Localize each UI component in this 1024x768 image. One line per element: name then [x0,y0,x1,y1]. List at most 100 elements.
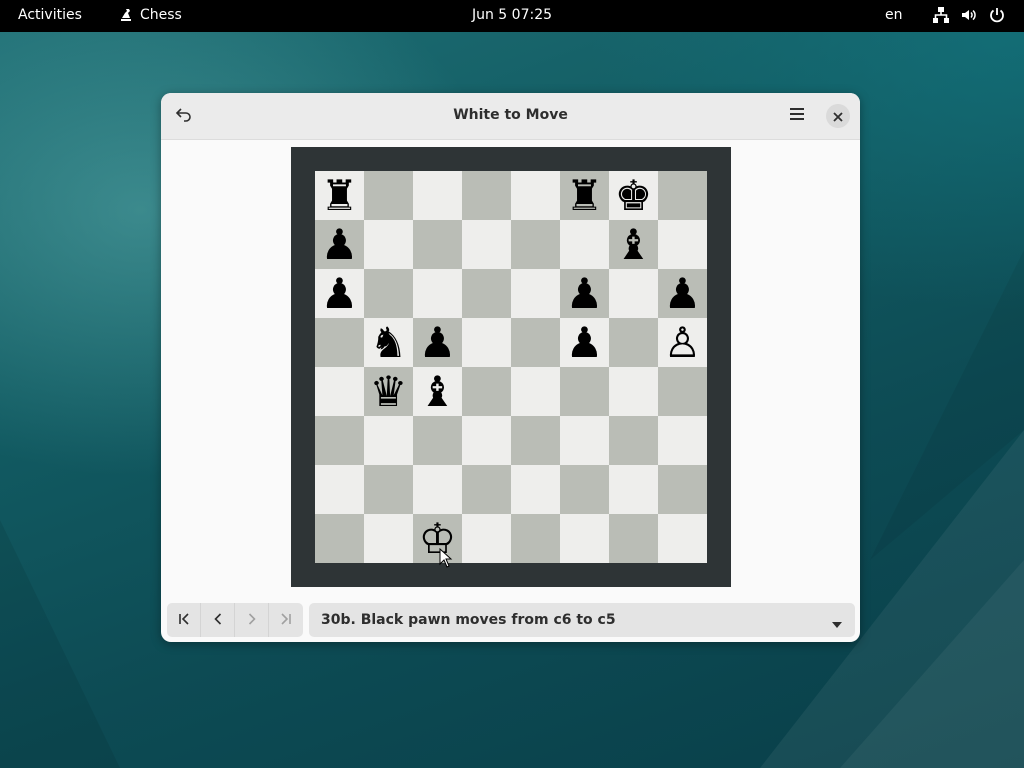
square-h1[interactable] [658,514,707,563]
square-f1[interactable] [560,514,609,563]
piece-b4[interactable]: ♛ [370,367,408,416]
piece-h6[interactable]: ♟ [664,269,702,318]
square-b7[interactable] [364,220,413,269]
go-first-button[interactable] [167,603,201,637]
clock[interactable]: Jun 5 07:25 [472,7,552,23]
history-navigation [167,603,303,637]
square-e3[interactable] [511,416,560,465]
system-tray[interactable] [932,6,1006,24]
history-selected-move: 30b. Black pawn moves from c6 to c5 [321,612,616,628]
square-g8[interactable]: ♚ [609,171,658,220]
square-e4[interactable] [511,367,560,416]
square-d6[interactable] [462,269,511,318]
app-menu-button[interactable]: Chess [118,7,182,23]
square-c4[interactable]: ♝ [413,367,462,416]
piece-f8[interactable]: ♜ [566,171,604,220]
square-b2[interactable] [364,465,413,514]
square-f4[interactable] [560,367,609,416]
square-f2[interactable] [560,465,609,514]
square-b4[interactable]: ♛ [364,367,413,416]
square-b1[interactable] [364,514,413,563]
piece-a6[interactable]: ♟ [321,269,359,318]
go-first-icon [177,611,191,630]
square-e1[interactable] [511,514,560,563]
move-history-dropdown[interactable]: 30b. Black pawn moves from c6 to c5 [309,603,855,637]
square-h6[interactable]: ♟ [658,269,707,318]
square-e7[interactable] [511,220,560,269]
square-d8[interactable] [462,171,511,220]
square-h7[interactable] [658,220,707,269]
square-d2[interactable] [462,465,511,514]
square-e2[interactable] [511,465,560,514]
main-menu-button[interactable] [782,101,812,131]
square-e5[interactable] [511,318,560,367]
square-c5[interactable]: ♟ [413,318,462,367]
square-c7[interactable] [413,220,462,269]
square-g2[interactable] [609,465,658,514]
volume-icon [960,6,978,24]
square-a1[interactable] [315,514,364,563]
square-c3[interactable] [413,416,462,465]
square-h5[interactable]: ♙ [658,318,707,367]
square-f7[interactable] [560,220,609,269]
square-g3[interactable] [609,416,658,465]
piece-a8[interactable]: ♜ [321,171,359,220]
square-d4[interactable] [462,367,511,416]
square-h4[interactable] [658,367,707,416]
square-b6[interactable] [364,269,413,318]
square-g7[interactable]: ♝ [609,220,658,269]
square-d5[interactable] [462,318,511,367]
square-a2[interactable] [315,465,364,514]
piece-g7[interactable]: ♝ [615,220,653,269]
square-c2[interactable] [413,465,462,514]
square-b5[interactable]: ♞ [364,318,413,367]
go-last-button[interactable] [269,603,303,637]
square-e6[interactable] [511,269,560,318]
piece-f5[interactable]: ♟ [566,318,604,367]
square-h2[interactable] [658,465,707,514]
power-icon [988,6,1006,24]
square-c8[interactable] [413,171,462,220]
square-c6[interactable] [413,269,462,318]
square-f8[interactable]: ♜ [560,171,609,220]
square-d3[interactable] [462,416,511,465]
square-g1[interactable] [609,514,658,563]
square-h8[interactable] [658,171,707,220]
piece-h5[interactable]: ♙ [664,318,702,367]
chess-board[interactable]: ♜ ♜ ♚ ♟ ♝ ♟ ♟ ♟ ♞ ♟ ♟ ♙ ♛ ♝ ♔ [315,171,707,563]
square-a3[interactable] [315,416,364,465]
network-icon [932,6,950,24]
square-c1[interactable]: ♔ [413,514,462,563]
square-b8[interactable] [364,171,413,220]
top-bar: Activities Chess Jun 5 07:25 en [0,0,1024,32]
square-b3[interactable] [364,416,413,465]
go-next-button[interactable] [235,603,269,637]
close-button[interactable] [823,101,853,131]
square-a5[interactable] [315,318,364,367]
piece-b5[interactable]: ♞ [370,318,408,367]
square-a6[interactable]: ♟ [315,269,364,318]
square-e8[interactable] [511,171,560,220]
square-d7[interactable] [462,220,511,269]
piece-c5[interactable]: ♟ [419,318,457,367]
square-f6[interactable]: ♟ [560,269,609,318]
piece-f6[interactable]: ♟ [566,269,604,318]
square-h3[interactable] [658,416,707,465]
square-f3[interactable] [560,416,609,465]
piece-c4[interactable]: ♝ [419,367,457,416]
square-g6[interactable] [609,269,658,318]
square-g4[interactable] [609,367,658,416]
square-d1[interactable] [462,514,511,563]
square-a4[interactable] [315,367,364,416]
hamburger-menu-icon [789,106,805,126]
square-f5[interactable]: ♟ [560,318,609,367]
piece-g8[interactable]: ♚ [615,171,653,220]
language-indicator[interactable]: en [885,7,903,23]
activities-button[interactable]: Activities [18,7,82,23]
square-g5[interactable] [609,318,658,367]
undo-button[interactable] [169,101,199,131]
square-a7[interactable]: ♟ [315,220,364,269]
square-a8[interactable]: ♜ [315,171,364,220]
piece-a7[interactable]: ♟ [321,220,359,269]
go-previous-button[interactable] [201,603,235,637]
